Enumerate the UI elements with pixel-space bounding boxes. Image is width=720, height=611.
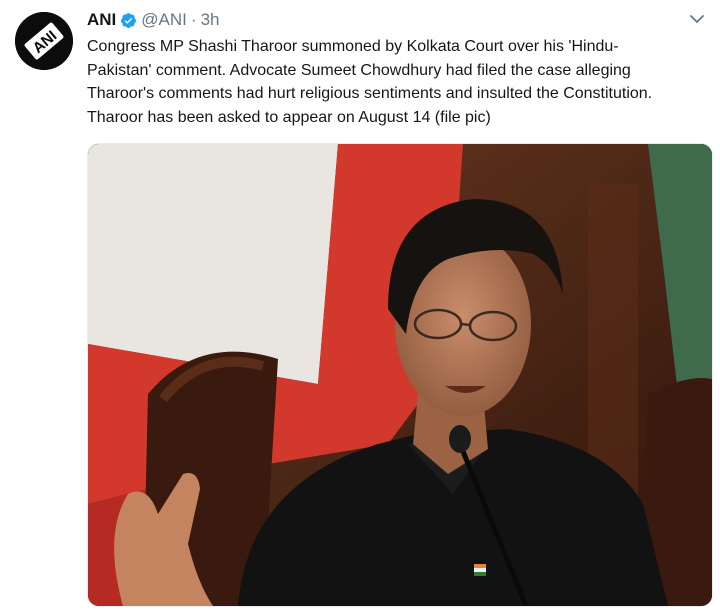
author-name[interactable]: ANI xyxy=(87,10,116,30)
tweet-photo[interactable] xyxy=(87,143,713,607)
tweet-text-line: Congress MP Shashi Tharoor summoned by K… xyxy=(87,38,619,55)
news-photo-icon xyxy=(88,144,712,606)
ani-logo-icon: ANI xyxy=(15,12,73,70)
tweet-header: ANI @ANI · 3h xyxy=(87,9,219,31)
tweet-text-line: Tharoor's comments had hurt religious se… xyxy=(87,85,653,102)
tweet-text-line: Pakistan' comment. Advocate Sumeet Chowd… xyxy=(87,61,631,79)
chevron-down-icon[interactable] xyxy=(690,14,704,24)
verified-badge-icon xyxy=(120,12,137,29)
tweet-text-line: Tharoor has been asked to appear on Augu… xyxy=(87,108,491,126)
tweet-text: Congress MP Shashi Tharoor summoned by K… xyxy=(87,35,712,129)
tweet-card[interactable]: ANI ANI @ANI · 3h Congress MP Shashi Tha… xyxy=(0,0,720,611)
author-handle[interactable]: @ANI xyxy=(141,10,187,30)
separator-dot: · xyxy=(190,10,197,29)
author-avatar[interactable]: ANI xyxy=(15,12,73,70)
tweet-timestamp[interactable]: 3h xyxy=(201,10,220,30)
